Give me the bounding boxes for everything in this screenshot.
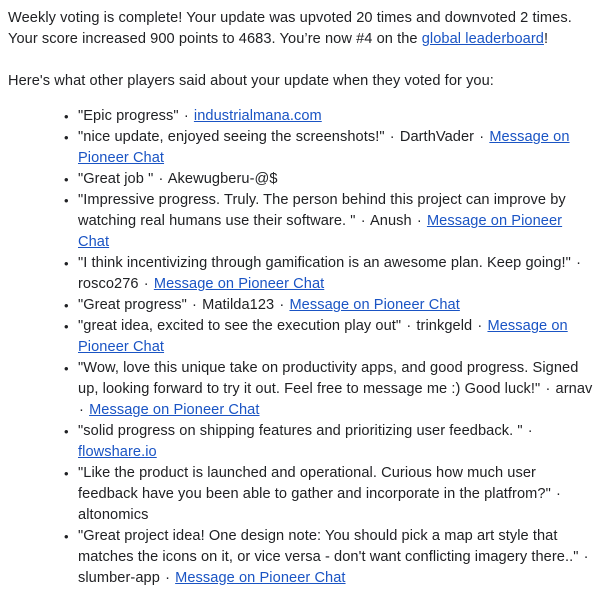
comment-author: arnav — [555, 381, 593, 397]
separator-dot: · — [555, 486, 561, 502]
separator-dot: · — [477, 318, 483, 334]
separator-dot: · — [183, 108, 189, 124]
email-body: Weekly voting is complete! Your update w… — [0, 0, 600, 586]
separator-dot: · — [545, 381, 551, 397]
comment-quote: "Like the product is launched and operat… — [78, 465, 551, 502]
separator-dot: · — [143, 276, 149, 292]
separator-dot: · — [416, 213, 422, 229]
comment-author: Akewugberu-@$ — [167, 171, 278, 187]
comment-quote: "I think incentivizing through gamificat… — [78, 255, 571, 271]
separator-dot: · — [279, 297, 285, 313]
comment-author: rosco276 — [78, 276, 139, 292]
voting-summary-paragraph: Weekly voting is complete! Your update w… — [8, 8, 594, 50]
comment-author: DarthVader — [399, 129, 475, 145]
site-link[interactable]: flowshare.io — [78, 444, 157, 460]
intro-paragraph: Here's what other players said about you… — [8, 73, 494, 89]
separator-dot: · — [527, 423, 533, 439]
comment-quote: "Great progress" — [78, 297, 187, 313]
comment-list: "Epic progress" · industrialmana.com "ni… — [8, 106, 594, 589]
comment-quote: "solid progress on shipping features and… — [78, 423, 523, 439]
comment-author: slumber-app — [78, 570, 160, 586]
separator-dot: · — [576, 255, 581, 271]
pioneer-chat-link[interactable]: Message on Pioneer Chat — [89, 402, 259, 418]
comment-quote: "nice update, enjoyed seeing the screens… — [78, 129, 385, 145]
site-link[interactable]: industrialmana.com — [194, 108, 322, 124]
comment-author: altonomics — [78, 507, 149, 523]
pioneer-chat-link[interactable]: Message on Pioneer Chat — [154, 276, 324, 292]
separator-dot: · — [192, 297, 197, 313]
separator-dot: · — [583, 549, 589, 565]
list-item: "great idea, excited to see the executio… — [8, 316, 594, 358]
comment-quote: "Epic progress" — [78, 108, 179, 124]
separator-dot: · — [360, 213, 366, 229]
voting-summary-line2-prefix: Your score increased 900 points to 4683.… — [8, 31, 422, 47]
separator-dot: · — [389, 129, 395, 145]
pioneer-chat-link[interactable]: Message on Pioneer Chat — [289, 297, 459, 313]
list-item: "I think incentivizing through gamificat… — [8, 253, 594, 295]
pioneer-chat-link[interactable]: Message on Pioneer Chat — [175, 570, 345, 586]
list-item: "Impressive progress. Truly. The person … — [8, 190, 594, 253]
global-leaderboard-link[interactable]: global leaderboard — [422, 31, 544, 47]
comment-quote: "Great job " — [78, 171, 154, 187]
comment-quote: "Wow, love this unique take on productiv… — [78, 360, 579, 397]
separator-dot: · — [165, 570, 170, 586]
separator-dot: · — [406, 318, 412, 334]
separator-dot: · — [158, 171, 164, 187]
list-item: "nice update, enjoyed seeing the screens… — [8, 127, 594, 169]
list-item: "solid progress on shipping features and… — [8, 421, 594, 463]
separator-dot: · — [79, 402, 84, 418]
list-item: "Great job " · Akewugberu-@$ — [8, 169, 594, 190]
list-item: "Like the product is launched and operat… — [8, 463, 594, 526]
comment-quote: "Great project idea! One design note: Yo… — [78, 528, 579, 565]
list-item: "Great progress" · Matilda123 · Message … — [8, 295, 594, 316]
list-item: "Great project idea! One design note: Yo… — [8, 526, 594, 589]
comment-author: Anush — [369, 213, 412, 229]
comment-author: Matilda123 — [202, 297, 275, 313]
voting-summary-line2-suffix: ! — [543, 31, 549, 47]
comment-author: trinkgeld — [416, 318, 473, 334]
comment-quote: "great idea, excited to see the executio… — [78, 318, 402, 334]
voting-summary-line1: Weekly voting is complete! Your update w… — [8, 10, 572, 26]
separator-dot: · — [479, 129, 485, 145]
list-item: "Epic progress" · industrialmana.com — [8, 106, 594, 127]
list-item: "Wow, love this unique take on productiv… — [8, 358, 594, 421]
